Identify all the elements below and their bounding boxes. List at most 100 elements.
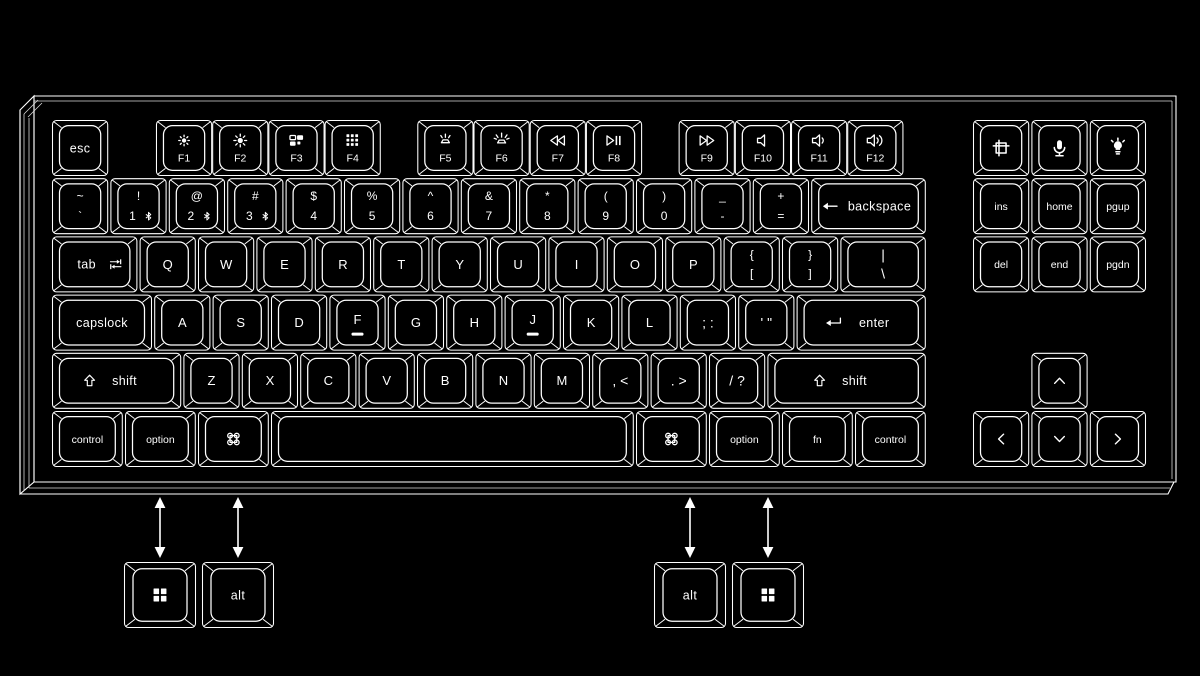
- key-command-left[interactable]: [197, 410, 269, 468]
- key-f3[interactable]: F3: [268, 119, 325, 177]
- key-o[interactable]: O: [606, 236, 664, 293]
- key-g[interactable]: G: [387, 294, 445, 351]
- swap-key-swap-alt-left[interactable]: alt: [201, 561, 275, 629]
- key-bracket-left[interactable]: {[: [723, 236, 780, 293]
- key-backslash[interactable]: |\: [840, 236, 926, 293]
- key-l[interactable]: L: [621, 294, 678, 351]
- key-digit-7[interactable]: &7: [460, 178, 518, 235]
- key-arrow-left[interactable]: [972, 410, 1030, 468]
- key-tab[interactable]: tab: [51, 236, 138, 293]
- key-option-left[interactable]: option: [124, 410, 196, 468]
- key-arrow-down[interactable]: [1031, 410, 1088, 468]
- key-del[interactable]: del: [972, 236, 1030, 293]
- key-digit-6[interactable]: ^6: [402, 178, 459, 235]
- key-a[interactable]: A: [154, 294, 211, 351]
- key-f11[interactable]: F11: [791, 119, 848, 177]
- key-label: F6: [495, 152, 507, 164]
- key-mic[interactable]: [1031, 119, 1088, 177]
- key-label: P: [689, 257, 698, 272]
- key-slash[interactable]: / ?: [708, 352, 766, 409]
- key-f1[interactable]: F1: [155, 119, 213, 177]
- key-j[interactable]: J: [504, 294, 561, 351]
- key-arrow-right[interactable]: [1089, 410, 1147, 468]
- key-equal[interactable]: +=: [752, 178, 810, 235]
- key-h[interactable]: H: [446, 294, 503, 351]
- key-capslock[interactable]: capslock: [51, 294, 153, 351]
- key-command-right[interactable]: [635, 410, 707, 468]
- key-digit-4[interactable]: $4: [285, 178, 342, 235]
- key-z[interactable]: Z: [183, 352, 240, 409]
- key-d[interactable]: D: [270, 294, 328, 351]
- key-f12[interactable]: F12: [847, 119, 904, 177]
- key-comma[interactable]: , <: [592, 352, 649, 409]
- key-m[interactable]: M: [533, 352, 591, 409]
- key-esc[interactable]: esc: [51, 119, 109, 177]
- key-label: F3: [290, 152, 302, 164]
- key-digit-1[interactable]: !1: [110, 178, 167, 235]
- key-p[interactable]: P: [665, 236, 722, 293]
- key-space[interactable]: [270, 410, 634, 468]
- key-label: del: [994, 259, 1008, 271]
- key-digit-0[interactable]: )0: [635, 178, 693, 235]
- key-f10[interactable]: F10: [734, 119, 792, 177]
- swap-key-swap-alt-right[interactable]: alt: [653, 561, 727, 629]
- key-digit-3[interactable]: #3: [227, 178, 284, 235]
- key-digit-2[interactable]: @2: [168, 178, 226, 235]
- key-v[interactable]: V: [358, 352, 415, 409]
- key-i[interactable]: I: [548, 236, 605, 293]
- key-t[interactable]: T: [373, 236, 430, 293]
- key-pgdn[interactable]: pgdn: [1089, 236, 1147, 293]
- key-u[interactable]: U: [489, 236, 547, 293]
- key-control-left[interactable]: control: [51, 410, 123, 468]
- key-digit-5[interactable]: %5: [343, 178, 401, 235]
- key-f8[interactable]: F8: [585, 119, 643, 177]
- key-grave[interactable]: ~`: [51, 178, 109, 235]
- key-q[interactable]: Q: [139, 236, 196, 293]
- key-end[interactable]: end: [1031, 236, 1088, 293]
- key-period[interactable]: . >: [650, 352, 707, 409]
- key-label: shift: [112, 374, 137, 388]
- key-n[interactable]: N: [475, 352, 532, 409]
- key-fn[interactable]: fn: [781, 410, 853, 468]
- key-siri[interactable]: [1089, 119, 1147, 177]
- key-screenshot[interactable]: [972, 119, 1030, 177]
- key-arrow-up[interactable]: [1031, 352, 1088, 409]
- key-c[interactable]: C: [300, 352, 357, 409]
- key-e[interactable]: E: [256, 236, 313, 293]
- key-digit-9[interactable]: (9: [577, 178, 634, 235]
- key-minus[interactable]: _-: [694, 178, 751, 235]
- key-option-right[interactable]: option: [708, 410, 780, 468]
- key-quote[interactable]: ' ": [738, 294, 795, 351]
- key-k[interactable]: K: [562, 294, 620, 351]
- key-f6[interactable]: F6: [473, 119, 530, 177]
- key-f2[interactable]: F2: [212, 119, 269, 177]
- key-shift-right[interactable]: shift: [767, 352, 926, 409]
- key-b[interactable]: B: [416, 352, 474, 409]
- key-f5[interactable]: F5: [417, 119, 474, 177]
- key-x[interactable]: X: [241, 352, 299, 409]
- key-ins[interactable]: ins: [972, 178, 1030, 235]
- key-bracket-right[interactable]: }]: [781, 236, 839, 293]
- key-w[interactable]: W: [197, 236, 255, 293]
- key-semicolon[interactable]: ; :: [679, 294, 737, 351]
- key-label-shifted: |: [881, 247, 885, 263]
- key-shift-left[interactable]: shift: [51, 352, 182, 409]
- key-f7[interactable]: F7: [529, 119, 586, 177]
- key-y[interactable]: Y: [431, 236, 488, 293]
- key-pgup[interactable]: pgup: [1089, 178, 1147, 235]
- swap-key-swap-win-right[interactable]: [731, 561, 805, 629]
- key-home[interactable]: home: [1031, 178, 1088, 235]
- key-label: 9: [602, 209, 609, 223]
- key-s[interactable]: S: [212, 294, 269, 351]
- key-f[interactable]: F: [329, 294, 386, 351]
- key-control-right[interactable]: control: [854, 410, 926, 468]
- key-f4[interactable]: F4: [324, 119, 381, 177]
- key-label: pgdn: [1106, 259, 1130, 271]
- key-f9[interactable]: F9: [678, 119, 735, 177]
- key-backspace[interactable]: backspace: [811, 178, 926, 235]
- key-digit-8[interactable]: *8: [519, 178, 576, 235]
- swap-key-swap-win-left[interactable]: [123, 561, 197, 629]
- key-r[interactable]: R: [314, 236, 372, 293]
- key-label-shifted: *: [545, 189, 550, 203]
- key-enter[interactable]: enter: [796, 294, 926, 351]
